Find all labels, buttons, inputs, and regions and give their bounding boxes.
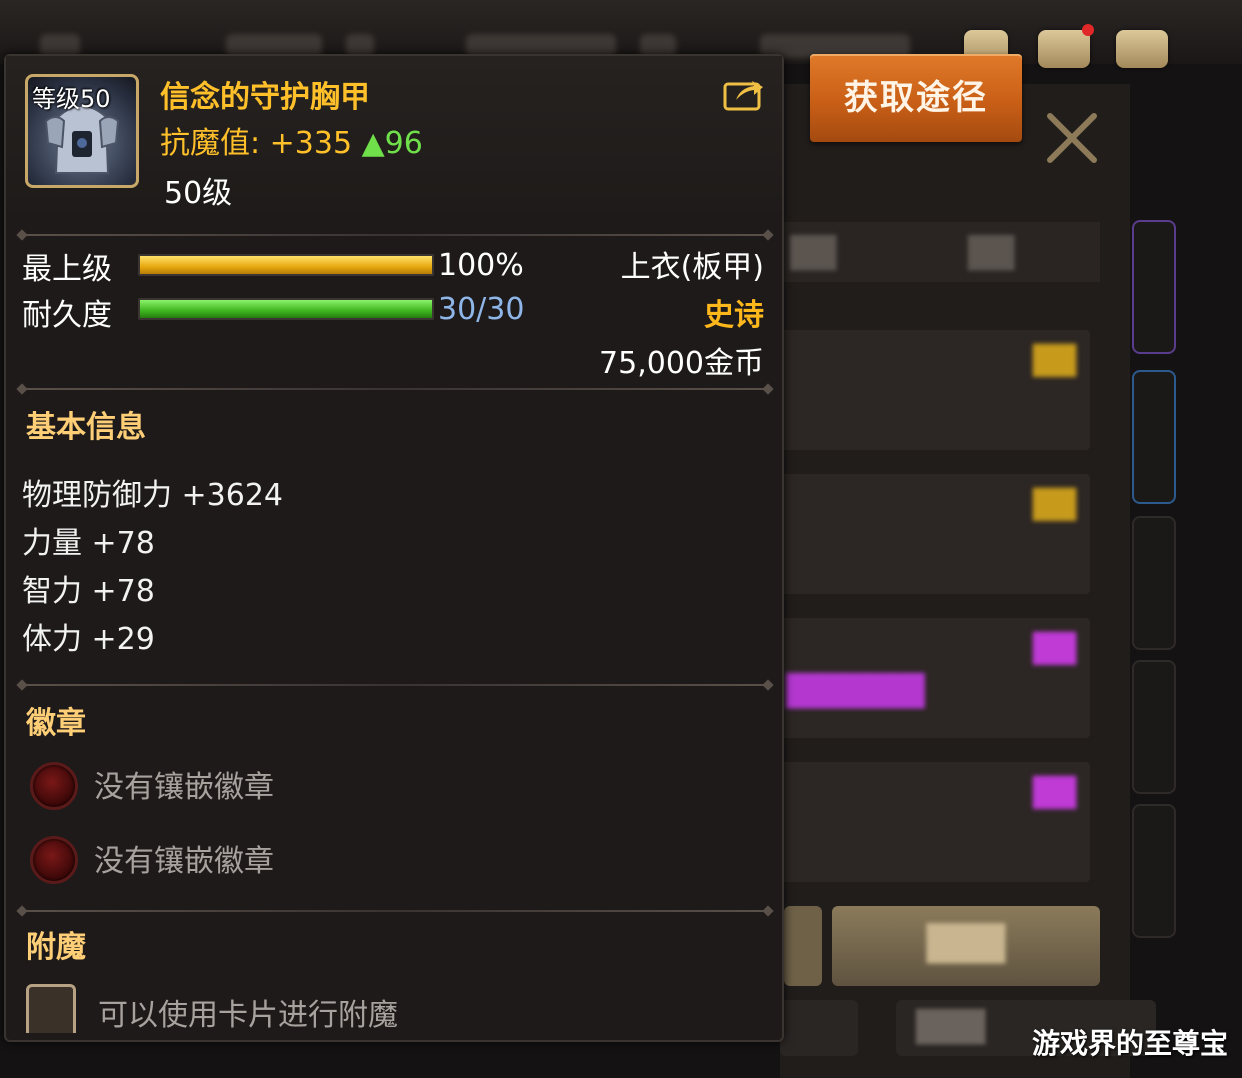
equipment-slot[interactable] — [1132, 516, 1176, 650]
rarity-label: ██ — [1032, 776, 1076, 809]
divider — [22, 234, 768, 236]
emblem-slot-icon — [30, 762, 78, 810]
share-icon[interactable] — [722, 76, 766, 112]
emblem-slot-icon — [30, 836, 78, 884]
attribute-stamina: 体力 +29 — [22, 622, 155, 657]
equipment-slot[interactable] — [1132, 370, 1176, 504]
get-source-button[interactable]: 获取途径 — [810, 54, 1022, 142]
enchant-text: 可以使用卡片进行附魔 — [98, 998, 398, 1033]
item-name: 信念的守护胸甲 — [160, 80, 370, 115]
watermark: 游戏界的至尊宝 — [1031, 1027, 1228, 1060]
initialize-button[interactable]: ███ — [832, 906, 1100, 986]
equipment-slot[interactable] — [1132, 660, 1176, 794]
mail-icon[interactable] — [1038, 24, 1094, 68]
magic-resist-value: 抗魔值: +335 — [160, 126, 353, 161]
emblem-slot-text: 没有镶嵌徽章 — [94, 844, 274, 879]
emblem-slot-text: 没有镶嵌徽章 — [94, 770, 274, 805]
rarity-label: 史诗 — [704, 298, 764, 333]
durability-bar-fill — [140, 300, 432, 318]
attribute-physical-defense: 物理防御力 +3624 — [22, 478, 284, 513]
divider — [22, 684, 768, 686]
required-level: 50级 — [164, 176, 233, 211]
item-level-badge: 等级50 — [32, 85, 111, 113]
divider — [22, 910, 768, 912]
attribute-strength: 力量 +78 — [22, 526, 155, 561]
grade-value: 100% — [438, 248, 524, 283]
item-type: 上衣(板甲) — [620, 250, 764, 285]
item-name: ██████ — [786, 674, 925, 709]
durability-bar — [138, 298, 434, 320]
list-item[interactable]: ██ — [780, 762, 1090, 882]
list-item[interactable]: ██ ██████ — [780, 618, 1090, 738]
rarity-label: ██ — [1032, 488, 1076, 521]
magic-resist-increase: ▲96 — [361, 126, 423, 161]
magic-resist-line: 抗魔值: +335 ▲96 — [160, 118, 423, 162]
divider — [22, 388, 768, 390]
rarity-label: ██ — [1032, 632, 1076, 665]
list-item[interactable]: ██ — [780, 330, 1090, 450]
item-tooltip: 等级50 信念的守护胸甲 抗魔值: +335 ▲96 50级 最上级 100% … — [4, 54, 784, 1042]
tab-belt[interactable]: ██ — [968, 236, 1014, 271]
item-icon: 等级50 — [25, 74, 139, 188]
item-header: 等级50 信念的守护胸甲 抗魔值: +335 ▲96 50级 — [6, 56, 782, 226]
notification-dot — [1082, 24, 1094, 36]
grade-bar — [138, 254, 434, 276]
tab-shoes[interactable]: ██ — [790, 236, 836, 271]
durability-label: 耐久度 — [22, 298, 112, 333]
list-item[interactable]: ██ — [780, 474, 1090, 594]
card-slot-icon — [26, 984, 76, 1033]
attribute-intelligence: 智力 +78 — [22, 574, 155, 609]
action-button[interactable] — [784, 906, 822, 986]
item-price: 75,000金币 — [599, 346, 764, 381]
chat-icon[interactable] — [1116, 30, 1168, 68]
grade-bar-fill — [140, 256, 432, 274]
close-icon[interactable] — [1040, 106, 1104, 170]
basic-info-title: 基本信息 — [26, 410, 146, 445]
equipment-slot[interactable] — [1132, 220, 1176, 354]
enchant-title: 附魔 — [26, 930, 86, 965]
rarity-label: ██ — [1032, 344, 1076, 377]
equipment-slot[interactable] — [1132, 804, 1176, 938]
emblem-title: 徽章 — [26, 706, 86, 741]
grade-label: 最上级 — [22, 252, 112, 287]
filter-chip[interactable] — [780, 1000, 858, 1056]
durability-value: 30/30 — [438, 292, 525, 327]
